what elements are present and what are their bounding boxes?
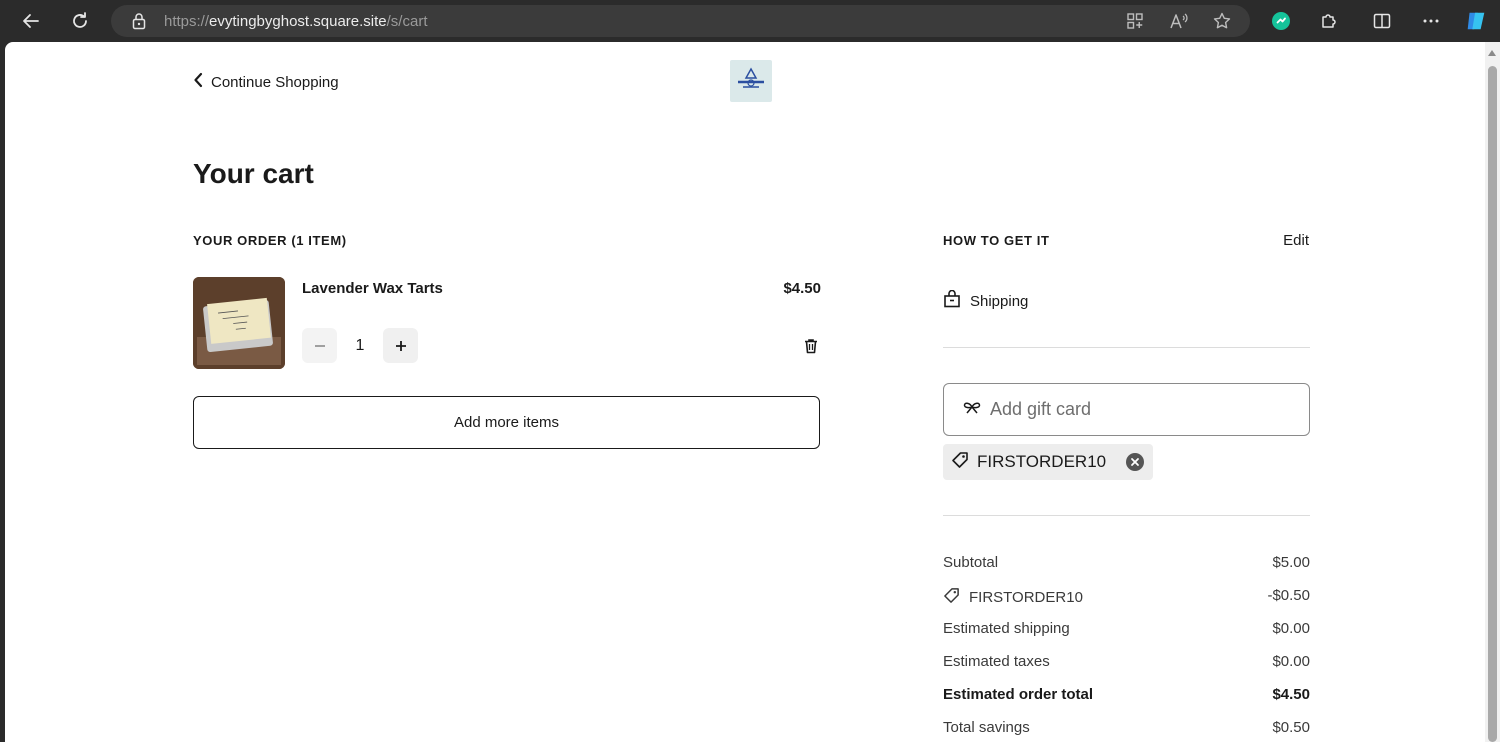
remove-coupon-icon[interactable]: [1126, 453, 1145, 471]
more-menu-icon[interactable]: [1419, 9, 1443, 33]
continue-shopping-link[interactable]: Continue Shopping: [193, 72, 339, 92]
summary-label: FIRSTORDER10: [943, 587, 1083, 608]
summary-label: Subtotal: [943, 554, 999, 571]
store-logo-image: [738, 67, 764, 88]
shipping-bag-icon: [943, 289, 961, 312]
back-icon[interactable]: [19, 9, 43, 33]
grammarly-extension-icon[interactable]: [1269, 9, 1293, 33]
read-aloud-icon[interactable]: [1169, 11, 1189, 31]
product-image[interactable]: [193, 277, 285, 369]
gift-card-input[interactable]: [990, 399, 1290, 420]
summary-value: -$0.50: [1267, 587, 1310, 604]
summary-label: Estimated taxes: [943, 653, 1050, 670]
increase-quantity-button[interactable]: [383, 328, 418, 363]
edit-fulfillment-button[interactable]: Edit: [1255, 232, 1309, 249]
quantity-value: 1: [355, 337, 365, 354]
gift-card-field[interactable]: [943, 383, 1310, 436]
summary-value: $0.00: [1272, 620, 1310, 637]
product-price: $4.50: [783, 280, 821, 297]
summary-row-subtotal: Subtotal $5.00: [943, 554, 1310, 571]
summary-value: $4.50: [1272, 686, 1310, 703]
remove-item-button[interactable]: [802, 336, 820, 356]
shipping-method: Shipping: [943, 289, 1029, 312]
page-scrollbar[interactable]: [1485, 42, 1500, 742]
coupon-code: FIRSTORDER10: [977, 452, 1107, 471]
summary-label: Estimated shipping: [943, 620, 1070, 637]
summary-label: Total savings: [943, 719, 1030, 736]
order-heading: YOUR ORDER (1 ITEM): [193, 233, 347, 248]
store-logo[interactable]: [730, 60, 772, 102]
plus-icon: [395, 340, 406, 351]
lock-icon[interactable]: [131, 12, 147, 30]
split-screen-icon[interactable]: [1370, 9, 1394, 33]
page-title: Your cart: [193, 158, 314, 189]
gift-ribbon-icon: [962, 399, 982, 420]
copilot-icon[interactable]: [1464, 9, 1488, 33]
tag-icon: [943, 587, 960, 608]
discount-code-label: FIRSTORDER10: [969, 589, 1083, 606]
trash-icon: [805, 339, 817, 354]
summary-row-total: Estimated order total $4.50: [943, 686, 1310, 703]
url-text: https://evytingbyghost.square.site/s/car…: [164, 13, 428, 30]
summary-value: $5.00: [1272, 554, 1310, 571]
tag-icon: [951, 451, 969, 474]
extensions-puzzle-icon[interactable]: [1317, 9, 1341, 33]
chevron-left-icon: [193, 72, 203, 92]
divider: [943, 347, 1310, 348]
refresh-icon[interactable]: [68, 9, 92, 33]
summary-value: $0.50: [1272, 719, 1310, 736]
browser-toolbar: https://evytingbyghost.square.site/s/car…: [0, 0, 1500, 42]
product-name[interactable]: Lavender Wax Tarts: [302, 280, 443, 297]
scrollbar-thumb[interactable]: [1488, 66, 1497, 742]
summary-row-shipping: Estimated shipping $0.00: [943, 620, 1310, 637]
summary-row-taxes: Estimated taxes $0.00: [943, 653, 1310, 670]
summary-value: $0.00: [1272, 653, 1310, 670]
continue-shopping-label: Continue Shopping: [211, 73, 339, 91]
fulfillment-heading: HOW TO GET IT: [943, 233, 1050, 248]
applied-coupon-chip: FIRSTORDER10: [943, 444, 1154, 480]
shipping-method-label: Shipping: [970, 292, 1029, 310]
summary-label: Estimated order total: [943, 686, 1094, 703]
summary-row-savings: Total savings $0.50: [943, 719, 1310, 736]
decrease-quantity-button[interactable]: [302, 328, 337, 363]
app-grid-icon[interactable]: [1125, 11, 1145, 31]
page-viewport: Continue Shopping Your cart YOUR ORDER (…: [5, 42, 1500, 742]
add-more-items-button[interactable]: Add more items: [193, 396, 820, 449]
scroll-up-arrow-icon[interactable]: [1488, 50, 1496, 56]
summary-row-discount: FIRSTORDER10 -$0.50: [943, 587, 1310, 608]
address-bar[interactable]: https://evytingbyghost.square.site/s/car…: [111, 5, 1250, 37]
divider: [943, 515, 1310, 516]
favorite-star-icon[interactable]: [1212, 11, 1232, 31]
minus-icon: [314, 344, 325, 347]
